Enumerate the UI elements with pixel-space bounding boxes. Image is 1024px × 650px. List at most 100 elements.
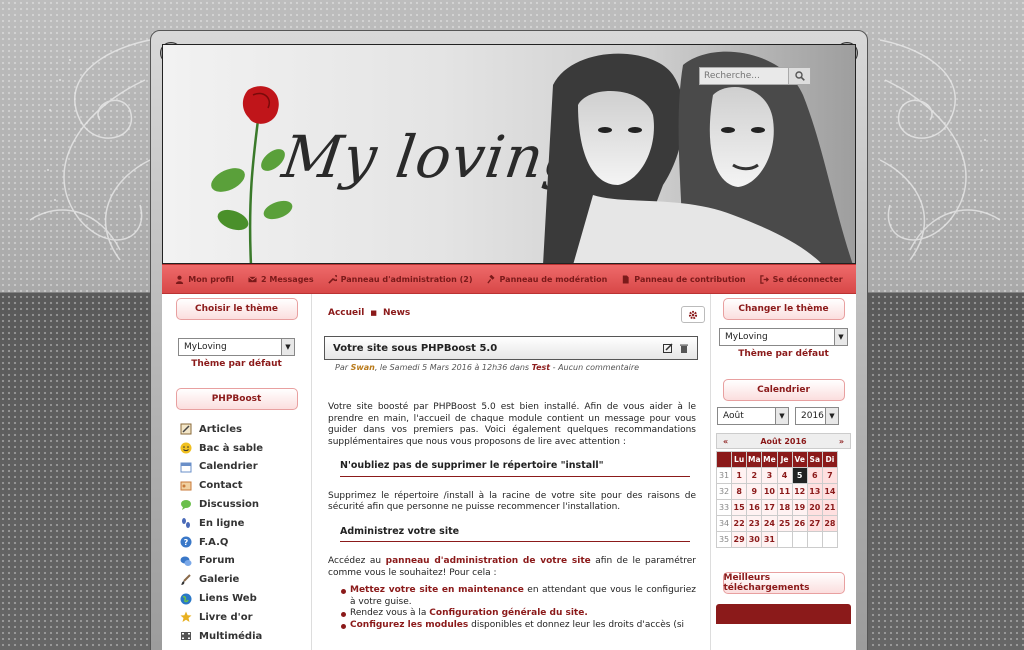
calendar-day[interactable]: 2 [746, 467, 763, 484]
year-select[interactable]: 2016 ▼ [795, 407, 839, 425]
svg-text:?: ? [184, 538, 189, 547]
next-month-button[interactable]: » [839, 437, 844, 446]
decorative-swirl-right [879, 39, 1001, 261]
calendar-day[interactable]: 29 [731, 531, 748, 548]
calendar-day[interactable]: 4 [776, 467, 793, 484]
meta-by: Par [335, 363, 349, 372]
menu-item-forum[interactable]: Forum [180, 552, 311, 571]
moderation-panel-link[interactable]: Panneau de modération [486, 274, 608, 284]
month-select[interactable]: Août ▼ [717, 407, 789, 425]
breadcrumb: Accueil ■ News [328, 308, 410, 318]
chevron-down-icon: ▼ [281, 339, 294, 355]
weekday-header: Ma [746, 451, 763, 468]
admin-panel-text-link[interactable]: panneau d'administration de votre site [386, 556, 591, 566]
gavel-icon [486, 274, 495, 284]
menu-item-web-links[interactable]: Liens Web [180, 589, 311, 608]
menu-item-sandbox[interactable]: Bac à sable [180, 439, 311, 458]
calendar-day[interactable]: 9 [746, 483, 763, 500]
breadcrumb-news[interactable]: News [383, 308, 410, 318]
menu-item-contact[interactable]: Contact [180, 476, 311, 495]
calendar-day[interactable]: 11 [776, 483, 793, 500]
meta-comments[interactable]: - Aucun commentaire [553, 363, 639, 372]
default-theme-link[interactable]: Thème par défaut [178, 359, 295, 369]
top-downloads-title: Meilleurs téléchargements [722, 572, 845, 594]
decorative-swirl-left [29, 39, 151, 261]
calendar-today[interactable]: 5 [791, 467, 808, 484]
week-number: 31 [715, 467, 733, 484]
settings-button[interactable] [681, 306, 705, 323]
calendar-day[interactable]: 20 [806, 499, 823, 516]
calendar-day[interactable]: 10 [761, 483, 778, 500]
search-input[interactable] [699, 67, 789, 85]
list-item: Rendez vous à la Configuration générale … [341, 608, 696, 620]
calendar-day[interactable]: 18 [776, 499, 793, 516]
messages-link[interactable]: 2 Messages [248, 275, 314, 284]
profile-link[interactable]: Mon profil [175, 275, 234, 284]
star-icon [180, 611, 192, 623]
menu-item-calendar[interactable]: Calendrier [180, 458, 311, 477]
envelope-icon [248, 275, 257, 282]
search-form [699, 67, 811, 85]
trash-icon[interactable] [679, 343, 689, 353]
general-config-link[interactable]: Configuration générale du site. [429, 608, 587, 618]
calendar-day[interactable]: 14 [821, 483, 839, 500]
section-text-install: Supprimez le répertoire /install à la ra… [328, 490, 696, 513]
calendar-day[interactable]: 16 [746, 499, 763, 516]
calendar-day[interactable]: 25 [776, 515, 793, 532]
calendar-day[interactable]: 19 [791, 499, 808, 516]
calendar-day[interactable]: 30 [746, 531, 763, 548]
menu-item-gallery[interactable]: Galerie [180, 570, 311, 589]
calendar-day[interactable]: 15 [731, 499, 748, 516]
calendar-day[interactable]: 17 [761, 499, 778, 516]
theme-select-right[interactable]: MyLoving ▼ [719, 328, 848, 346]
calendar-day[interactable]: 12 [791, 483, 808, 500]
calendar-day[interactable]: 23 [746, 515, 763, 532]
menu-item-label: Multimédia [199, 630, 263, 642]
maintenance-link[interactable]: Mettez votre site en maintenance [350, 585, 524, 595]
configure-modules-link[interactable]: Configurez les modules [350, 620, 468, 630]
calendar-empty-cell [776, 531, 793, 548]
weekday-header: Lu [731, 451, 748, 468]
theme-select[interactable]: MyLoving ▼ [178, 338, 295, 356]
admin-panel-link[interactable]: Panneau d'administration (2) [327, 275, 473, 284]
change-theme-title: Changer le thème [722, 298, 845, 320]
menu-item-discussion[interactable]: Discussion [180, 495, 311, 514]
calendar-day[interactable]: 7 [821, 467, 839, 484]
right-sidebar: Changer le thème MyLoving ▼ Thème par dé… [710, 294, 856, 650]
calendar-day[interactable]: 8 [731, 483, 748, 500]
calendar-day[interactable]: 31 [761, 531, 778, 548]
breadcrumb-home[interactable]: Accueil [328, 308, 364, 318]
article-title[interactable]: Votre site sous PHPBoost 5.0 [333, 343, 497, 354]
prev-month-button[interactable]: « [723, 437, 728, 446]
edit-icon[interactable] [663, 343, 673, 353]
contribution-panel-link[interactable]: Panneau de contribution [621, 274, 746, 284]
default-theme-link[interactable]: Thème par défaut [719, 349, 848, 359]
calendar-day[interactable]: 13 [806, 483, 823, 500]
article-intro: Votre site boosté par PHPBoost 5.0 est b… [328, 402, 696, 447]
calendar-day[interactable]: 21 [821, 499, 839, 516]
calendar-day[interactable]: 6 [806, 467, 823, 484]
meta-author[interactable]: Swan [351, 363, 375, 372]
logout-link[interactable]: Se déconnecter [759, 275, 843, 284]
calendar-day[interactable]: 3 [761, 467, 778, 484]
calendar-week-row: 34 22 23 24 25 26 27 28 [715, 515, 839, 532]
calendar-day[interactable]: 27 [806, 515, 823, 532]
calendar-day[interactable]: 28 [821, 515, 839, 532]
messages-label: 2 Messages [261, 274, 314, 284]
moderation-panel-label: Panneau de modération [499, 274, 608, 284]
meta-category[interactable]: Test [532, 363, 550, 372]
menu-item-online[interactable]: En ligne [180, 514, 311, 533]
contribution-panel-label: Panneau de contribution [634, 274, 746, 284]
menu-item-guestbook[interactable]: Livre d'or [180, 608, 311, 627]
menu-item-articles[interactable]: Articles [180, 420, 311, 439]
menu-item-multimedia[interactable]: Multimédia [180, 627, 311, 646]
calendar-day[interactable]: 1 [731, 467, 748, 484]
search-button[interactable] [789, 67, 811, 85]
calendar-day[interactable]: 26 [791, 515, 808, 532]
calendar-month-header: « Août 2016 » [716, 433, 851, 449]
article-actions [663, 343, 689, 353]
menu-item-faq[interactable]: ? F.A.Q [180, 533, 311, 552]
calendar-day[interactable]: 22 [731, 515, 748, 532]
calendar-month-label: Août 2016 [760, 436, 807, 446]
calendar-day[interactable]: 24 [761, 515, 778, 532]
